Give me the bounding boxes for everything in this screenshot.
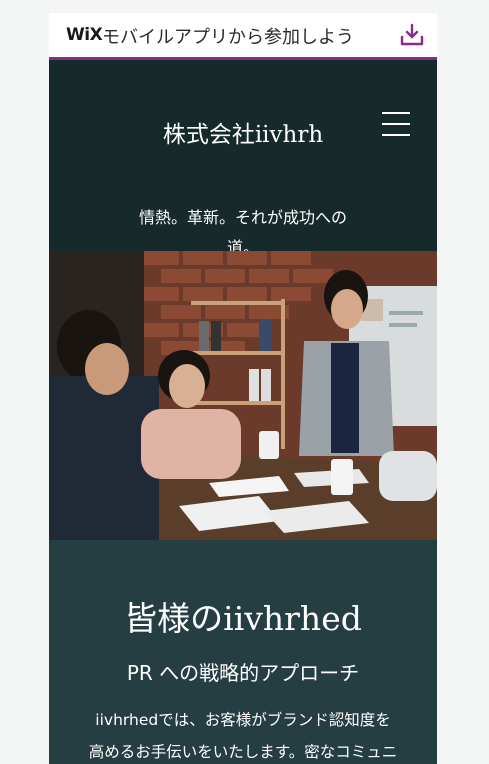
hero-image [49, 251, 437, 540]
body-line-1: iivhrhedでは、お客様がブランド認知度を [95, 711, 391, 729]
site-title[interactable]: 株式会社iivhrh [49, 115, 437, 149]
section-subheading: PR への戦略的アプローチ [126, 661, 360, 685]
hamburger-menu-icon[interactable] [382, 112, 410, 138]
office-meeting-photo [49, 251, 437, 540]
wix-app-banner[interactable]: WiX モバイルアプリから参加しよう [49, 13, 437, 60]
section-body: iivhrhedでは、お客様がブランド認知度を 高めるお手伝いをいたします。密な… [69, 704, 417, 764]
content-section: 皆様のiivhrhed PR への戦略的アプローチ iivhrhedでは、お客様… [49, 540, 437, 764]
wix-logo: WiX [66, 25, 103, 45]
download-icon[interactable] [399, 22, 425, 48]
body-line-2: 高めるお手伝いをいたします。密なコミュニ [88, 743, 398, 761]
tagline-line-1: 情熱。革新。それが成功への [138, 208, 347, 227]
mobile-site-frame: WiX モバイルアプリから参加しよう 株式会社iivhrh 情熱。革新。それが成… [49, 13, 437, 764]
banner-text[interactable]: モバイルアプリから参加しよう [102, 23, 354, 49]
section-heading: 皆様のiivhrhed [124, 599, 362, 638]
site-header: 株式会社iivhrh 情熱。革新。それが成功への 道。 [49, 60, 437, 257]
